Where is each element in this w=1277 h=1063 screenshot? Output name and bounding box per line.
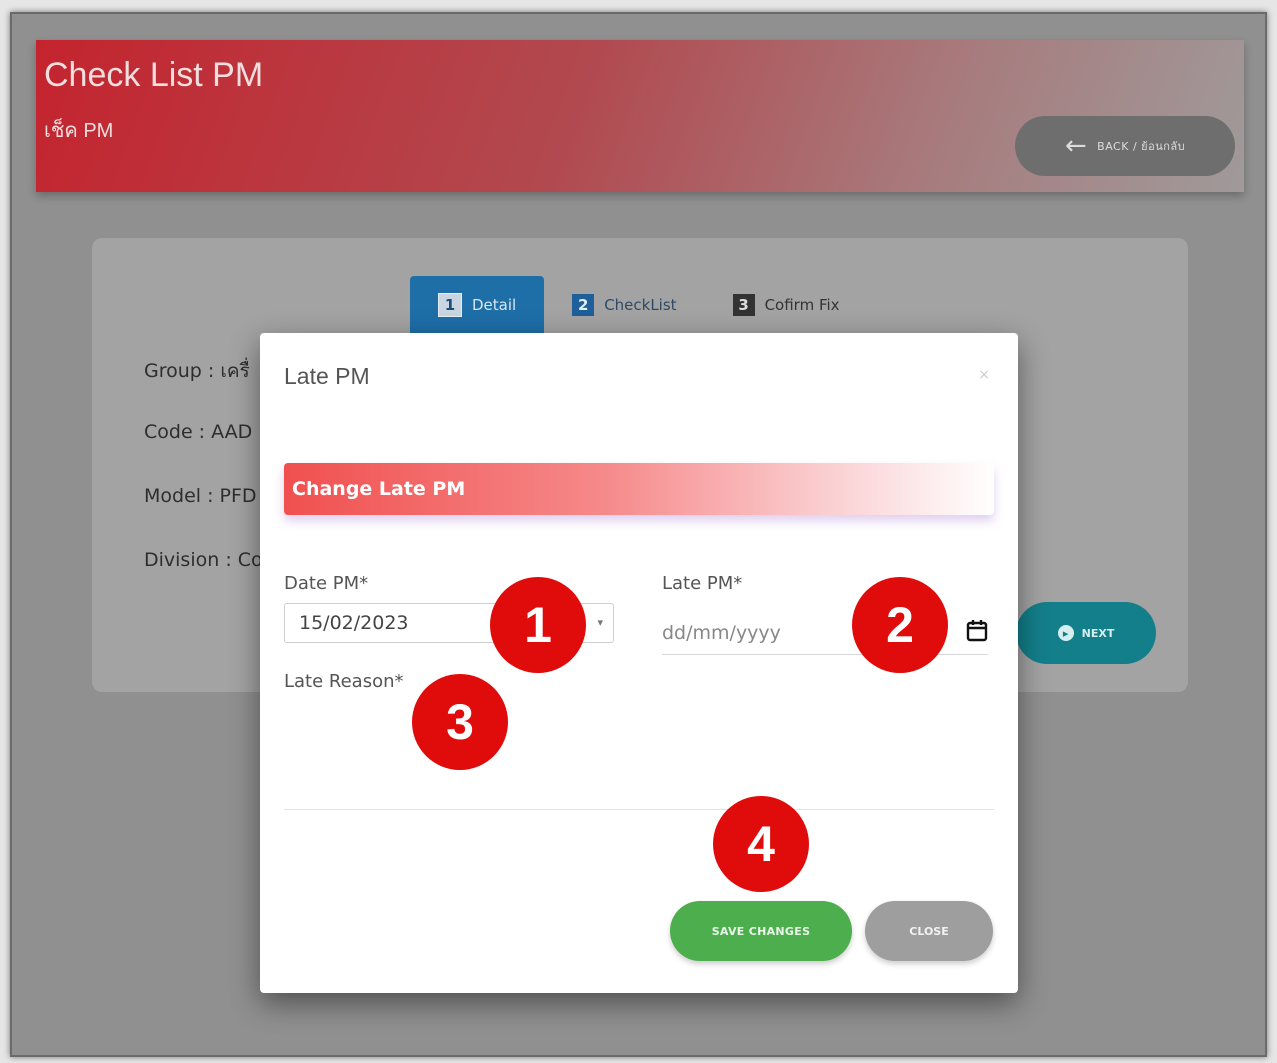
step-label: Detail	[472, 296, 517, 314]
arrow-right-circle-icon: ▸	[1057, 625, 1074, 641]
arrow-left-icon: ←	[1064, 131, 1088, 161]
close-icon[interactable]: ×	[978, 367, 990, 383]
date-pm-value: 15/02/2023	[299, 612, 409, 634]
back-button[interactable]: ← BACK / ย้อนกลับ	[1015, 116, 1235, 176]
tab-checklist[interactable]: 2 CheckList	[544, 276, 704, 334]
back-button-label: BACK / ย้อนกลับ	[1097, 140, 1186, 153]
page-title: Check List PM	[44, 56, 264, 94]
step-number: 3	[732, 294, 755, 316]
tab-confirm-fix[interactable]: 3 Cofirm Fix	[705, 276, 868, 334]
step-number: 2	[572, 294, 595, 316]
division-label: Division : Co	[144, 549, 263, 571]
tab-detail[interactable]: 1 Detail	[410, 276, 545, 334]
model-label: Model : PFD	[144, 485, 257, 507]
next-button-label: NEXT	[1081, 626, 1115, 640]
late-reason-label: Late Reason*	[284, 671, 404, 692]
step-number: 1	[438, 293, 462, 317]
group-label: Group : เครื่	[144, 360, 250, 382]
late-pm-placeholder: dd/mm/yyyy	[662, 621, 781, 644]
annotation-marker-3: 3	[412, 674, 508, 770]
late-pm-label: Late PM*	[662, 573, 743, 594]
modal-divider	[284, 809, 994, 810]
close-button[interactable]: CLOSE	[865, 901, 993, 961]
caret-down-icon: ▾	[597, 616, 603, 629]
annotation-marker-2: 2	[852, 577, 948, 673]
page-subtitle: เช็ค PM	[44, 120, 114, 142]
calendar-icon[interactable]	[966, 619, 988, 643]
banner-label: Change Late PM	[292, 478, 466, 500]
step-label: CheckList	[604, 296, 677, 314]
annotation-marker-4: 4	[713, 796, 809, 892]
annotation-marker-1: 1	[490, 577, 586, 673]
code-label: Code : AAD	[144, 421, 253, 443]
date-pm-label: Date PM*	[284, 573, 369, 594]
next-button[interactable]: ▸ NEXT	[1016, 602, 1156, 664]
change-late-pm-banner: Change Late PM	[284, 463, 994, 515]
wizard-steps: 1 Detail 2 CheckList 3 Cofirm Fix	[410, 276, 868, 334]
modal-title: Late PM	[284, 363, 370, 389]
save-changes-button[interactable]: SAVE CHANGES	[670, 901, 852, 961]
step-label: Cofirm Fix	[764, 296, 840, 314]
